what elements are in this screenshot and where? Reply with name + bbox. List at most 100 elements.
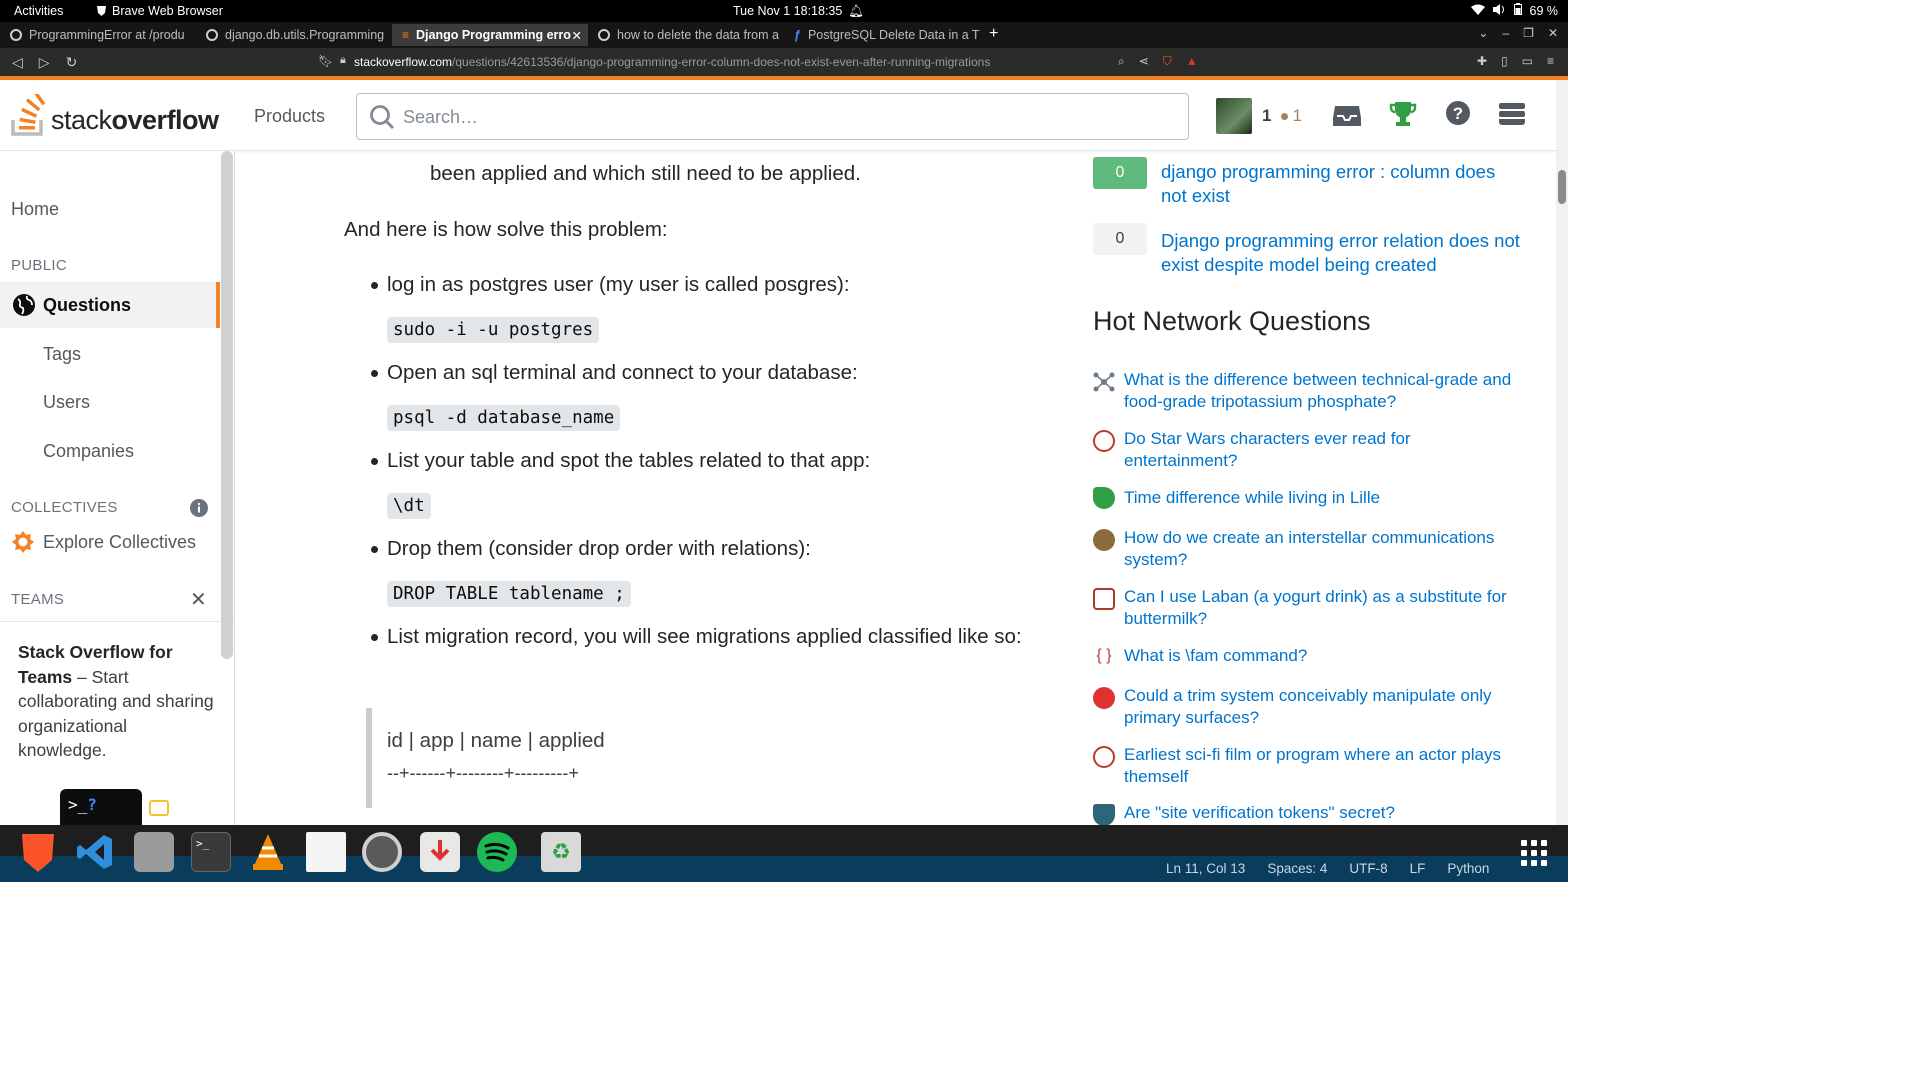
sidebar-icon[interactable]: ▯ xyxy=(1501,54,1508,68)
browser-tab-active[interactable]: ≡ Django Programming erro ✕ xyxy=(392,24,588,46)
hot-question-link[interactable]: What is the difference between technical… xyxy=(1124,369,1514,413)
sidebar-scrollbar[interactable] xyxy=(221,151,233,659)
hot-question-link[interactable]: Could a trim system conceivably manipula… xyxy=(1124,685,1514,729)
tab-title: PostgreSQL Delete Data in a T xyxy=(807,28,980,42)
list-item: List your table and spot the tables rela… xyxy=(371,445,1027,477)
achievements-icon[interactable] xyxy=(1389,100,1417,128)
browser-tab[interactable]: how to delete the data from a xyxy=(588,24,784,46)
site-icon xyxy=(1093,687,1115,709)
right-sidebar: 0 django programming error : column does… xyxy=(1085,151,1556,826)
clock[interactable]: Tue Nov 1 18:18:35 🔔︎ xyxy=(733,4,864,19)
hot-network-questions-title: Hot Network Questions xyxy=(1093,306,1371,336)
site-switcher-icon[interactable] xyxy=(1498,100,1526,128)
help-icon[interactable]: ? xyxy=(1445,100,1471,126)
wallet-icon[interactable]: ▭ xyxy=(1522,54,1533,68)
tab-title: Django Programming erro xyxy=(416,28,571,42)
document-viewer-dock-icon[interactable] xyxy=(306,832,346,872)
show-apps-icon[interactable] xyxy=(1521,840,1547,866)
hot-question-link[interactable]: Do Star Wars characters ever read for en… xyxy=(1124,428,1514,472)
settings-dock-icon[interactable] xyxy=(362,832,402,872)
site-icon xyxy=(1093,430,1115,452)
page-scrollbar[interactable] xyxy=(1556,80,1568,825)
zoom-icon[interactable]: ⌕ xyxy=(1118,54,1125,69)
maximize-icon[interactable]: ❐ xyxy=(1523,26,1534,40)
app-menu[interactable]: Brave Web Browser xyxy=(96,4,223,18)
terminal-launcher[interactable]: >_? xyxy=(60,789,142,825)
battery-icon xyxy=(1513,3,1522,18)
software-dock-icon[interactable] xyxy=(420,832,460,872)
hot-question-link[interactable]: Can I use Laban (a yogurt drink) as a su… xyxy=(1124,586,1514,630)
hot-question-link[interactable]: How do we create an interstellar communi… xyxy=(1124,527,1514,571)
avatar[interactable] xyxy=(1216,98,1252,134)
url-field[interactable]: stackoverflow.com/questions/42613536/dja… xyxy=(354,55,990,69)
code-snippet: \dt xyxy=(387,493,431,519)
minimize-icon[interactable]: – xyxy=(1502,26,1509,40)
spotify-dock-icon[interactable] xyxy=(477,832,517,872)
extensions-icon[interactable]: ✚ xyxy=(1477,54,1487,68)
encoding[interactable]: UTF-8 xyxy=(1349,861,1387,876)
datetime: Tue Nov 1 18:18:35 xyxy=(733,4,843,18)
site-icon xyxy=(1093,588,1115,610)
tab-list-icon[interactable]: ⌄ xyxy=(1478,26,1488,40)
chat-icon[interactable] xyxy=(149,800,169,816)
files-dock-icon[interactable] xyxy=(134,832,174,872)
nav-home[interactable]: Home xyxy=(11,199,59,220)
terminal-dock-icon[interactable]: >_ xyxy=(191,832,231,872)
nav-questions[interactable]: Questions xyxy=(0,282,220,328)
brave-rewards-icon[interactable]: ▲ xyxy=(1186,54,1198,69)
vlc-dock-icon[interactable] xyxy=(248,832,288,872)
new-tab-icon[interactable]: + xyxy=(989,25,998,43)
share-icon[interactable]: ⋖ xyxy=(1139,54,1149,69)
list-item: Drop them (consider drop order with rela… xyxy=(371,533,1027,565)
site-icon: { } xyxy=(1096,647,1112,664)
nav-explore-collectives[interactable]: Explore Collectives xyxy=(43,532,196,553)
related-question-link[interactable]: Django programming error relation does n… xyxy=(1161,229,1521,277)
language-mode[interactable]: Python xyxy=(1447,861,1489,876)
menu-icon[interactable]: ≡ xyxy=(1547,54,1554,68)
inbox-icon[interactable] xyxy=(1332,100,1362,128)
system-top-bar: Activities Brave Web Browser Tue Nov 1 1… xyxy=(0,0,1568,22)
scrollbar-thumb[interactable] xyxy=(1558,170,1566,204)
browser-tab[interactable]: ProgrammingError at /produ xyxy=(0,24,196,46)
nav-tags[interactable]: Tags xyxy=(43,344,81,365)
blockquote-line: id | app | name | applied xyxy=(387,729,605,752)
trash-dock-icon[interactable]: ♻ xyxy=(541,832,581,872)
reload-icon[interactable]: ↻ xyxy=(66,54,78,71)
vscode-dock-icon[interactable] xyxy=(76,832,116,872)
bullet xyxy=(371,458,378,465)
forward-icon[interactable]: ▷ xyxy=(39,54,50,71)
info-icon[interactable] xyxy=(190,499,208,517)
vote-count: 0 xyxy=(1093,223,1147,255)
hot-question-link[interactable]: Time difference while living in Lille xyxy=(1124,487,1514,509)
hot-question-link[interactable]: Are "site verification tokens" secret? xyxy=(1124,802,1514,824)
close-window-icon[interactable]: ✕ xyxy=(1548,26,1558,40)
nav-section-teams: TEAMS xyxy=(11,591,65,608)
brave-shields-icon[interactable]: ⛉ xyxy=(1163,54,1172,69)
bookmark-icon[interactable]: 🔖︎ xyxy=(318,54,333,68)
search-box[interactable] xyxy=(356,93,1189,140)
code-snippet: DROP TABLE tablename ; xyxy=(387,581,631,607)
indentation[interactable]: Spaces: 4 xyxy=(1267,861,1327,876)
stackoverflow-logo[interactable]: stackoverflow xyxy=(11,94,219,136)
nav-users[interactable]: Users xyxy=(43,392,90,413)
nav-companies[interactable]: Companies xyxy=(43,441,134,462)
close-icon[interactable]: ✕ xyxy=(190,587,207,612)
browser-tab[interactable]: django.db.utils.Programming xyxy=(196,24,392,46)
close-tab-icon[interactable]: ✕ xyxy=(572,28,582,43)
tab-title: django.db.utils.Programming xyxy=(225,28,385,42)
browser-tab[interactable]: ƒ PostgreSQL Delete Data in a T xyxy=(784,24,980,46)
activities-button[interactable]: Activities xyxy=(14,4,63,18)
line-ending[interactable]: LF xyxy=(1410,861,1426,876)
search-input[interactable] xyxy=(403,104,1163,130)
wifi-icon xyxy=(1470,4,1485,18)
lock-icon: 🔒︎ xyxy=(340,54,346,66)
hot-question-link[interactable]: What is \fam command? xyxy=(1124,645,1514,667)
system-tray[interactable]: 69 % xyxy=(1470,3,1558,18)
related-question-link[interactable]: django programming error : column does n… xyxy=(1161,160,1521,208)
back-icon[interactable]: ◁ xyxy=(12,54,23,71)
cursor-position[interactable]: Ln 11, Col 13 xyxy=(1166,861,1245,876)
brave-icon xyxy=(97,6,106,16)
user-card[interactable]: 1 1 xyxy=(1216,98,1302,134)
hot-question-link[interactable]: Earliest sci-fi film or program where an… xyxy=(1124,744,1514,788)
products-menu[interactable]: Products xyxy=(254,106,325,127)
